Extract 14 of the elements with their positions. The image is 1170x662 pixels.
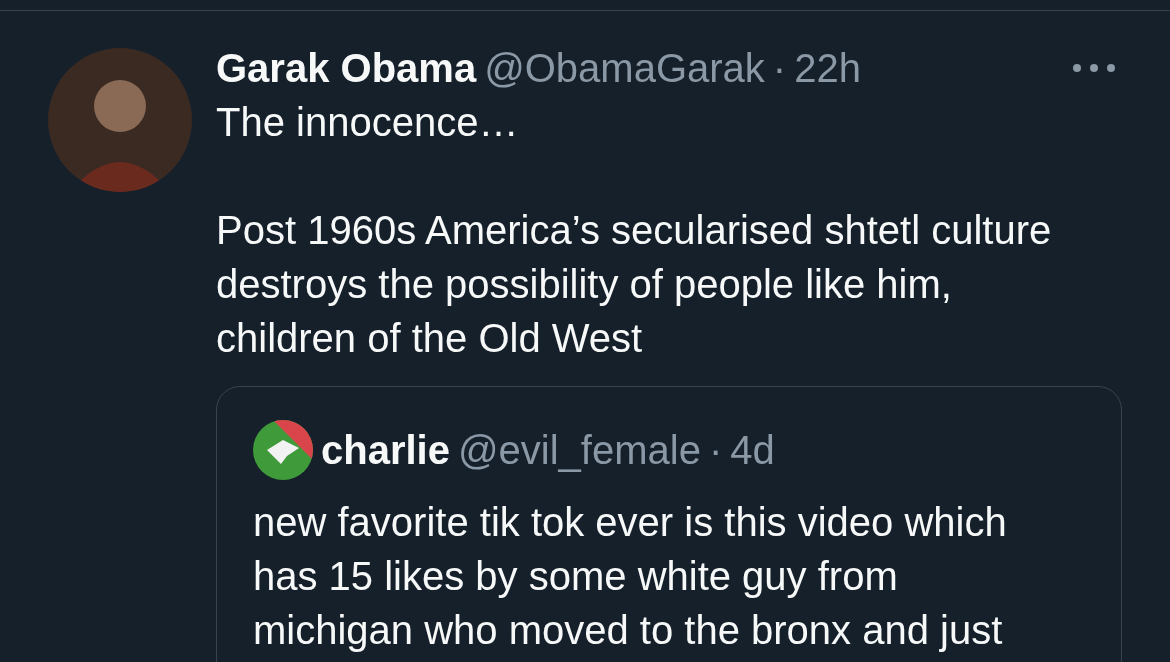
tweet-text: The innocence… — [216, 99, 520, 146]
author-handle[interactable]: @evil_female — [457, 427, 701, 473]
quoted-tweet[interactable]: charlie @evil_female · 4d new favorite tik tok ever is this video which has 15 likes by some white guy from michigan who moved to the bronx and just — [216, 386, 1122, 662]
tweet-text: Post 1960s America’s secularised shtetl culture destroys the possibility of people like him, children of the Old West — [216, 207, 1053, 362]
author-handle[interactable]: @ObamaGarak — [484, 45, 765, 91]
separator-dot: · — [708, 427, 723, 473]
quoted-text: new favorite tik tok ever is this video which has 15 likes by some white guy from michigan who moved to the bronx and just — [253, 499, 1008, 654]
author-name[interactable]: Garak Obama — [216, 45, 477, 91]
more-icon[interactable] — [1072, 63, 1116, 73]
author-name[interactable]: charlie — [321, 427, 450, 473]
avatar[interactable] — [253, 420, 313, 480]
separator-dot: · — [772, 45, 787, 91]
timestamp[interactable]: 4d — [730, 427, 775, 473]
timestamp[interactable]: 22h — [794, 45, 861, 91]
